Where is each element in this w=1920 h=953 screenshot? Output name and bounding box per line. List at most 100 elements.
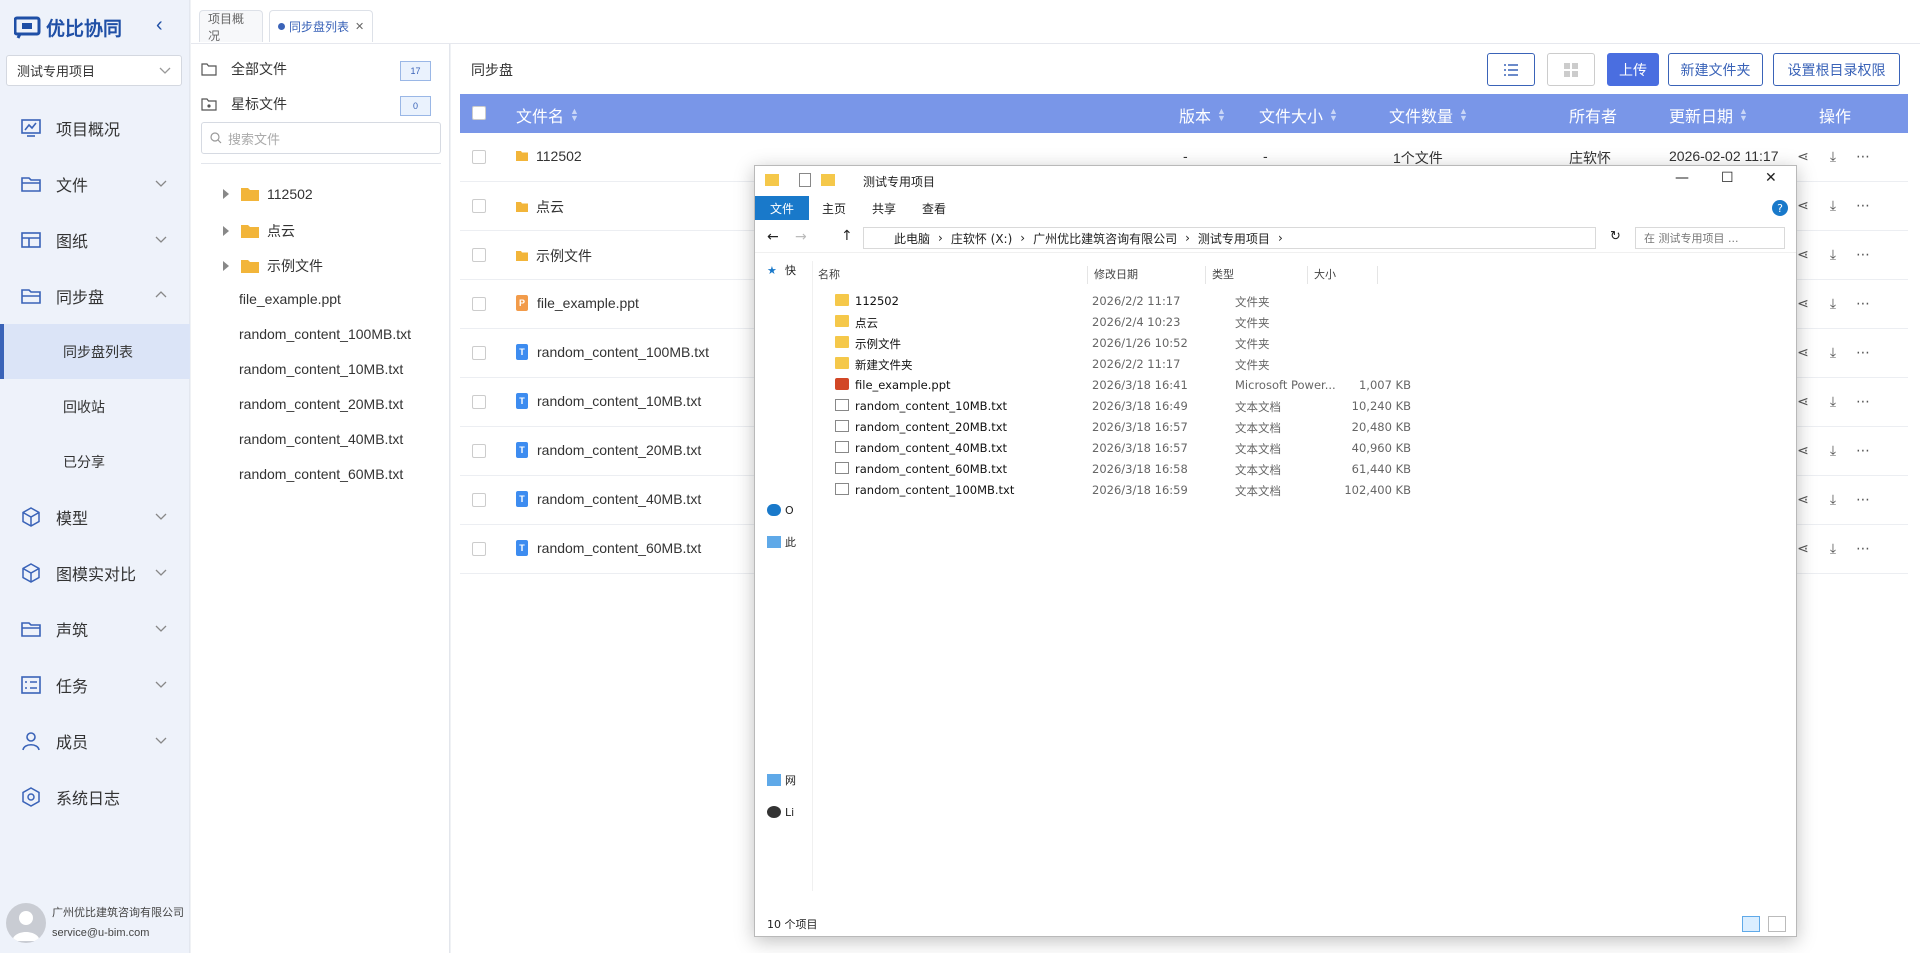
download-icon[interactable]: ⤓ — [1824, 441, 1842, 459]
upload-button[interactable]: 上传 — [1607, 53, 1659, 86]
tree-node-folder[interactable]: 112502 — [223, 186, 313, 202]
explorer-file-row[interactable]: random_content_60MB.txt 2026/3/18 16:58 文本… — [835, 459, 1455, 480]
file-search-input[interactable]: 搜索文件 — [201, 122, 441, 154]
more-icon[interactable]: ⋯ — [1854, 441, 1872, 459]
file-name[interactable]: Pfile_example.ppt — [516, 295, 639, 311]
download-icon[interactable]: ⤓ — [1824, 294, 1842, 312]
close-tab-icon[interactable]: ✕ — [355, 20, 364, 33]
file-name[interactable]: Trandom_content_20MB.txt — [516, 442, 701, 458]
more-icon[interactable]: ⋯ — [1854, 245, 1872, 263]
explorer-file-row[interactable]: random_content_100MB.txt 2026/3/18 16:59 文… — [835, 480, 1455, 501]
explorer-file-row[interactable]: 112502 2026/2/2 11:17 文件夹 — [835, 291, 1455, 312]
nav-item-tasks[interactable]: 任务 — [0, 657, 190, 713]
expand-arrow-icon[interactable] — [223, 261, 229, 271]
download-icon[interactable]: ⤓ — [1824, 392, 1842, 410]
row-checkbox[interactable] — [472, 444, 486, 458]
nav-item-sync[interactable]: 同步盘 — [0, 268, 190, 324]
list-view-button[interactable] — [1487, 53, 1535, 86]
new-folder-button[interactable]: 新建文件夹 — [1668, 53, 1763, 86]
maximize-icon[interactable]: ☐ — [1721, 170, 1734, 186]
explorer-file-row[interactable]: 示例文件 2026/1/26 10:52 文件夹 — [835, 333, 1455, 354]
nav-item-overview[interactable]: 项目概况 — [0, 100, 190, 156]
share-icon[interactable]: ⋖ — [1794, 147, 1812, 165]
tree-node-file[interactable]: random_content_10MB.txt — [239, 361, 403, 377]
col-name[interactable]: 名称 — [818, 266, 1088, 284]
more-icon[interactable]: ⋯ — [1854, 196, 1872, 214]
more-icon[interactable]: ⋯ — [1854, 490, 1872, 508]
col-version[interactable]: 版本 ▲ ▼ — [1179, 103, 1226, 127]
ribbon-tab-share[interactable]: 共享 — [859, 196, 909, 220]
file-name[interactable]: 112502 — [516, 148, 582, 164]
details-view-icon[interactable] — [1742, 916, 1760, 932]
nav-item-compare[interactable]: 图模实对比 — [0, 545, 190, 601]
more-icon[interactable]: ⋯ — [1854, 294, 1872, 312]
download-icon[interactable]: ⤓ — [1824, 539, 1842, 557]
row-checkbox[interactable] — [472, 493, 486, 507]
path-segment[interactable]: 广州优比建筑咨询有限公司 — [1033, 230, 1177, 247]
tree-node-file[interactable]: random_content_20MB.txt — [239, 396, 403, 412]
row-checkbox[interactable] — [472, 297, 486, 311]
tree-node-folder[interactable]: 示例文件 — [223, 256, 323, 276]
root-permission-button[interactable]: 设置根目录权限 — [1773, 53, 1900, 86]
download-icon[interactable]: ⤓ — [1824, 490, 1842, 508]
tree-node-file[interactable]: random_content_40MB.txt — [239, 431, 403, 447]
back-icon[interactable]: ← — [767, 229, 779, 245]
download-icon[interactable]: ⤓ — [1824, 343, 1842, 361]
ribbon-tab-file[interactable]: 文件 — [755, 196, 810, 220]
file-name[interactable]: 示例文件 — [516, 246, 592, 266]
help-icon[interactable]: ? — [1772, 200, 1788, 216]
user-info[interactable]: 广州优比建筑咨询有限公司 service@u-bim.com — [6, 903, 184, 943]
row-checkbox[interactable] — [472, 248, 486, 262]
nav-this-pc[interactable]: 此 — [767, 533, 797, 551]
col-size[interactable]: 文件大小 ▲ ▼ — [1259, 103, 1338, 127]
path-segment[interactable]: 测试专用项目 — [1198, 230, 1270, 247]
tree-node-file[interactable]: file_example.ppt — [239, 291, 341, 307]
tab-sync-list[interactable]: 同步盘列表 ✕ — [269, 10, 374, 42]
select-all-checkbox[interactable] — [472, 106, 486, 120]
explorer-file-row[interactable]: 新建文件夹 2026/2/2 11:17 文件夹 — [835, 354, 1455, 375]
more-icon[interactable]: ⋯ — [1854, 343, 1872, 361]
collapse-sidebar-icon[interactable]: ‹ — [156, 14, 163, 37]
explorer-file-row[interactable]: random_content_20MB.txt 2026/3/18 16:57 文本… — [835, 417, 1455, 438]
more-icon[interactable]: ⋯ — [1854, 392, 1872, 410]
explorer-search-input[interactable]: 在 测试专用项目 ... — [1635, 227, 1785, 249]
ribbon-tab-view[interactable]: 查看 — [909, 196, 959, 220]
download-icon[interactable]: ⤓ — [1824, 196, 1842, 214]
properties-icon[interactable] — [799, 173, 811, 187]
sub-item-shared[interactable]: 已分享 — [0, 434, 190, 489]
tab-overview[interactable]: 项目概况 — [199, 10, 263, 43]
close-icon[interactable]: ✕ — [1765, 170, 1777, 186]
explorer-file-row[interactable]: random_content_40MB.txt 2026/3/18 16:57 文本… — [835, 438, 1455, 459]
nav-quick-access[interactable]: ★ 快 — [767, 261, 797, 279]
grid-view-button[interactable] — [1547, 53, 1595, 86]
explorer-file-row[interactable]: file_example.ppt 2026/3/18 16:41 Microsoft… — [835, 375, 1455, 396]
tree-node-folder[interactable]: 点云 — [223, 221, 295, 241]
more-icon[interactable]: ⋯ — [1854, 147, 1872, 165]
nav-item-files[interactable]: 文件 — [0, 156, 190, 212]
tree-all-files[interactable]: 全部文件 17 — [201, 59, 431, 81]
more-icon[interactable]: ⋯ — [1854, 539, 1872, 557]
refresh-icon[interactable]: ↻ — [1610, 229, 1621, 244]
project-select[interactable]: 测试专用项目 — [6, 55, 182, 86]
thumbnail-view-icon[interactable] — [1768, 916, 1786, 932]
col-updated[interactable]: 更新日期 ▲ ▼ — [1669, 103, 1748, 127]
forward-icon[interactable]: → — [795, 229, 807, 245]
col-size[interactable]: 大小 — [1314, 266, 1378, 284]
nav-linux[interactable]: Li — [767, 803, 797, 821]
file-name[interactable]: Trandom_content_60MB.txt — [516, 540, 701, 556]
explorer-file-row[interactable]: random_content_10MB.txt 2026/3/18 16:49 文本… — [835, 396, 1455, 417]
col-name[interactable]: 文件名 ▲ ▼ — [516, 103, 579, 127]
file-name[interactable]: 点云 — [516, 197, 564, 217]
minimize-icon[interactable]: — — [1675, 170, 1689, 186]
explorer-titlebar[interactable]: 测试专用项目 — ☐ ✕ — [755, 166, 1796, 196]
up-icon[interactable]: ↑ — [841, 228, 853, 244]
nav-item-sound[interactable]: 声筑 — [0, 601, 190, 657]
tree-starred[interactable]: 星标文件 0 — [201, 94, 431, 116]
file-name[interactable]: Trandom_content_40MB.txt — [516, 491, 701, 507]
tree-node-file[interactable]: random_content_100MB.txt — [239, 326, 411, 342]
path-segment[interactable]: 此电脑 — [894, 230, 930, 247]
row-checkbox[interactable] — [472, 150, 486, 164]
col-count[interactable]: 文件数量 ▲ ▼ — [1389, 103, 1468, 127]
download-icon[interactable]: ⤓ — [1824, 147, 1842, 165]
nav-item-drawings[interactable]: 图纸 — [0, 212, 190, 268]
